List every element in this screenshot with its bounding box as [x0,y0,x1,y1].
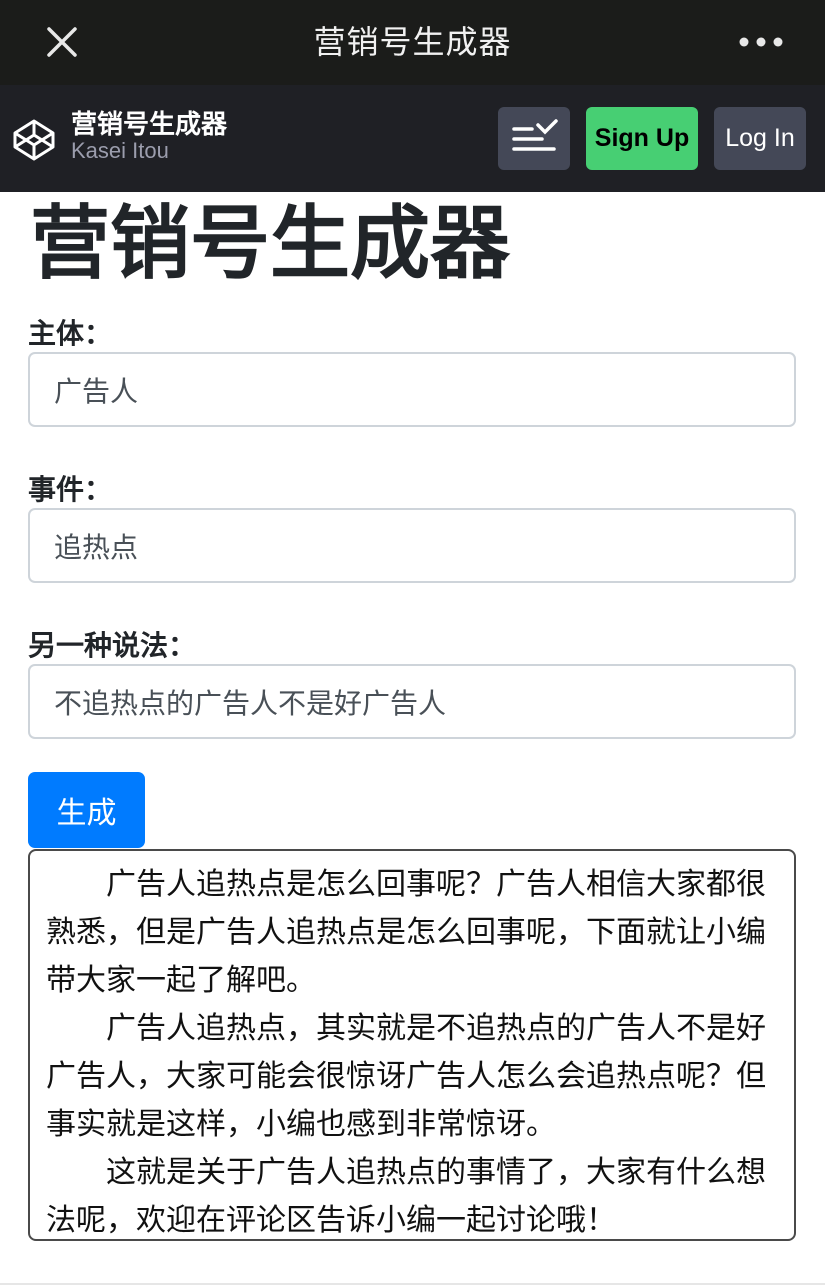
event-label: 事件： [28,473,113,506]
pen-header: 营销号生成器 Kasei Itou Sign Up Log In [0,85,825,192]
generate-button[interactable]: 生成 [28,772,145,848]
event-input[interactable] [28,508,796,583]
pen-title[interactable]: 营销号生成器 [71,104,227,141]
subject-input[interactable] [28,352,796,427]
page-title: 营销号生成器 [30,197,510,290]
view-toggle-button[interactable] [498,107,570,170]
app-bar: 营销号生成器 [0,0,825,85]
more-horizontal-icon[interactable] [735,24,789,60]
output-paragraph-3: 这就是关于广告人追热点的事情了，大家有什么想法呢，欢迎在评论区告诉小编一起讨论哦… [46,1155,766,1238]
alt-phrase-input[interactable] [28,664,796,739]
codepen-logo-icon[interactable] [12,118,56,162]
output-paragraph-2: 广告人追热点，其实就是不追热点的广告人不是好广告人，大家可能会很惊讶广告人怎么会… [46,1011,766,1142]
output-paragraph-1: 广告人追热点是怎么回事呢？广告人相信大家都很熟悉，但是广告人追热点是怎么回事呢，… [46,867,766,998]
signup-button[interactable]: Sign Up [586,107,698,170]
alt-phrase-label: 另一种说法： [28,629,197,662]
subject-label: 主体： [28,317,113,350]
close-icon[interactable] [40,20,84,64]
app-bar-title: 营销号生成器 [313,23,512,61]
generated-output[interactable]: 广告人追热点是怎么回事呢？广告人相信大家都很熟悉，但是广告人追热点是怎么回事呢，… [28,849,796,1241]
pen-author[interactable]: Kasei Itou [71,138,169,164]
layout-toggle-icon [512,119,558,151]
login-button[interactable]: Log In [714,107,806,170]
